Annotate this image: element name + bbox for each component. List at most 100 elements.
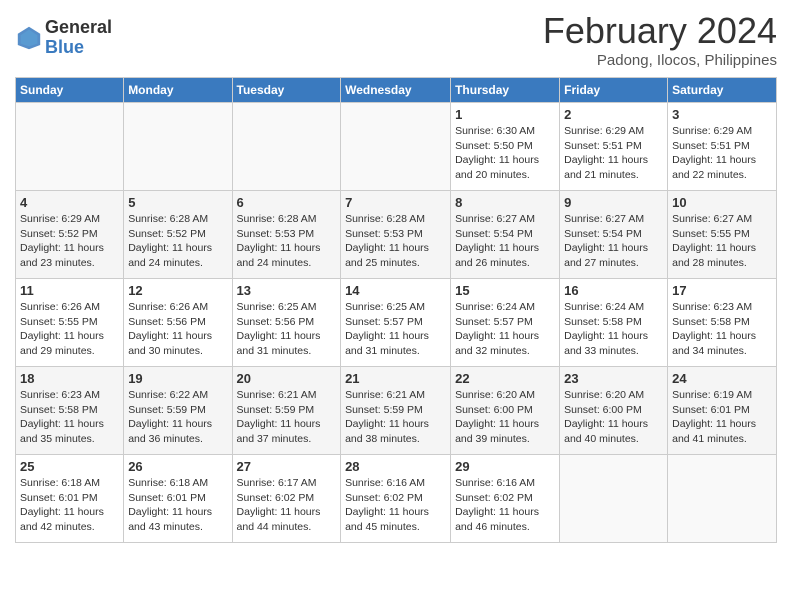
- calendar-cell: 2 Sunrise: 6:29 AM Sunset: 5:51 PM Daylig…: [560, 103, 668, 191]
- calendar-cell: 9Sunrise: 6:27 AM Sunset: 5:54 PM Daylig…: [560, 191, 668, 279]
- calendar-cell: 24 Sunrise: 6:19 AM Sunset: 6:01 PM Dayli…: [668, 367, 777, 455]
- day-number: 12: [128, 283, 227, 298]
- day-number: 27: [237, 459, 337, 474]
- calendar-week-row: 11 Sunrise: 6:26 AM Sunset: 5:55 PM Dayli…: [16, 279, 777, 367]
- day-number: 25: [20, 459, 119, 474]
- calendar-cell: 7 Sunrise: 6:28 AM Sunset: 5:53 PM Daylig…: [341, 191, 451, 279]
- calendar-cell: 26 Sunrise: 6:18 AM Sunset: 6:01 PM Dayli…: [124, 455, 232, 543]
- calendar-cell: 12 Sunrise: 6:26 AM Sunset: 5:56 PM Dayli…: [124, 279, 232, 367]
- day-info: Sunrise: 6:28 AM Sunset: 5:53 PM Dayligh…: [345, 212, 446, 271]
- calendar-cell: 23Sunrise: 6:20 AM Sunset: 6:00 PM Dayli…: [560, 367, 668, 455]
- calendar-cell: 28 Sunrise: 6:16 AM Sunset: 6:02 PM Dayli…: [341, 455, 451, 543]
- calendar-cell: 18 Sunrise: 6:23 AM Sunset: 5:58 PM Dayli…: [16, 367, 124, 455]
- day-info: Sunrise: 6:19 AM Sunset: 6:01 PM Dayligh…: [672, 388, 772, 447]
- day-number: 20: [237, 371, 337, 386]
- day-number: 13: [237, 283, 337, 298]
- day-number: 11: [20, 283, 119, 298]
- day-info: Sunrise: 6:25 AM Sunset: 5:57 PM Dayligh…: [345, 300, 446, 359]
- calendar-cell: 15Sunrise: 6:24 AM Sunset: 5:57 PM Dayli…: [451, 279, 560, 367]
- day-number: 7: [345, 195, 446, 210]
- day-info: Sunrise: 6:23 AM Sunset: 5:58 PM Dayligh…: [20, 388, 119, 447]
- day-info: Sunrise: 6:28 AM Sunset: 5:53 PM Dayligh…: [237, 212, 337, 271]
- month-title: February 2024: [543, 10, 777, 52]
- day-number: 21: [345, 371, 446, 386]
- day-number: 1: [455, 107, 555, 122]
- day-info: Sunrise: 6:27 AM Sunset: 5:54 PM Dayligh…: [455, 212, 555, 271]
- page-header: General Blue February 2024 Padong, Iloco…: [15, 10, 777, 69]
- calendar-cell: [341, 103, 451, 191]
- calendar-cell: 21 Sunrise: 6:21 AM Sunset: 5:59 PM Dayli…: [341, 367, 451, 455]
- day-info: Sunrise: 6:17 AM Sunset: 6:02 PM Dayligh…: [237, 476, 337, 535]
- day-info: Sunrise: 6:23 AM Sunset: 5:58 PM Dayligh…: [672, 300, 772, 359]
- day-number: 17: [672, 283, 772, 298]
- day-info: Sunrise: 6:21 AM Sunset: 5:59 PM Dayligh…: [345, 388, 446, 447]
- day-number: 9: [564, 195, 663, 210]
- calendar-cell: 11 Sunrise: 6:26 AM Sunset: 5:55 PM Dayli…: [16, 279, 124, 367]
- logo-text: General Blue: [45, 18, 112, 58]
- day-number: 29: [455, 459, 555, 474]
- day-number: 24: [672, 371, 772, 386]
- calendar-week-row: 18 Sunrise: 6:23 AM Sunset: 5:58 PM Dayli…: [16, 367, 777, 455]
- day-number: 3: [672, 107, 772, 122]
- day-number: 14: [345, 283, 446, 298]
- calendar-cell: 10 Sunrise: 6:27 AM Sunset: 5:55 PM Dayli…: [668, 191, 777, 279]
- day-info: Sunrise: 6:18 AM Sunset: 6:01 PM Dayligh…: [128, 476, 227, 535]
- calendar-cell: 25 Sunrise: 6:18 AM Sunset: 6:01 PM Dayli…: [16, 455, 124, 543]
- weekday-header-friday: Friday: [560, 78, 668, 103]
- weekday-header-saturday: Saturday: [668, 78, 777, 103]
- day-info: Sunrise: 6:29 AM Sunset: 5:52 PM Dayligh…: [20, 212, 119, 271]
- calendar-cell: [16, 103, 124, 191]
- calendar-cell: [560, 455, 668, 543]
- calendar-cell: 14 Sunrise: 6:25 AM Sunset: 5:57 PM Dayli…: [341, 279, 451, 367]
- calendar-body: 1 Sunrise: 6:30 AM Sunset: 5:50 PM Daylig…: [16, 103, 777, 543]
- calendar-cell: [232, 103, 341, 191]
- weekday-header-row: SundayMondayTuesdayWednesdayThursdayFrid…: [16, 78, 777, 103]
- day-info: Sunrise: 6:30 AM Sunset: 5:50 PM Dayligh…: [455, 124, 555, 183]
- day-info: Sunrise: 6:18 AM Sunset: 6:01 PM Dayligh…: [20, 476, 119, 535]
- calendar-cell: 3 Sunrise: 6:29 AM Sunset: 5:51 PM Daylig…: [668, 103, 777, 191]
- logo-general: General: [45, 18, 112, 38]
- day-number: 6: [237, 195, 337, 210]
- calendar-week-row: 1 Sunrise: 6:30 AM Sunset: 5:50 PM Daylig…: [16, 103, 777, 191]
- calendar-cell: [668, 455, 777, 543]
- day-number: 8: [455, 195, 555, 210]
- calendar-cell: 29Sunrise: 6:16 AM Sunset: 6:02 PM Dayli…: [451, 455, 560, 543]
- day-info: Sunrise: 6:22 AM Sunset: 5:59 PM Dayligh…: [128, 388, 227, 447]
- calendar-cell: 8 Sunrise: 6:27 AM Sunset: 5:54 PM Daylig…: [451, 191, 560, 279]
- logo-icon: [15, 24, 43, 52]
- logo: General Blue: [15, 18, 112, 58]
- day-number: 26: [128, 459, 227, 474]
- day-number: 22: [455, 371, 555, 386]
- day-number: 19: [128, 371, 227, 386]
- weekday-header-monday: Monday: [124, 78, 232, 103]
- day-number: 28: [345, 459, 446, 474]
- day-info: Sunrise: 6:29 AM Sunset: 5:51 PM Dayligh…: [672, 124, 772, 183]
- calendar-cell: 13Sunrise: 6:25 AM Sunset: 5:56 PM Dayli…: [232, 279, 341, 367]
- day-number: 18: [20, 371, 119, 386]
- logo-blue: Blue: [45, 38, 112, 58]
- calendar-cell: 20 Sunrise: 6:21 AM Sunset: 5:59 PM Dayli…: [232, 367, 341, 455]
- day-info: Sunrise: 6:26 AM Sunset: 5:55 PM Dayligh…: [20, 300, 119, 359]
- calendar-table: SundayMondayTuesdayWednesdayThursdayFrid…: [15, 77, 777, 543]
- day-info: Sunrise: 6:29 AM Sunset: 5:51 PM Dayligh…: [564, 124, 663, 183]
- calendar-week-row: 25 Sunrise: 6:18 AM Sunset: 6:01 PM Dayli…: [16, 455, 777, 543]
- calendar-cell: 22Sunrise: 6:20 AM Sunset: 6:00 PM Dayli…: [451, 367, 560, 455]
- calendar-week-row: 4Sunrise: 6:29 AM Sunset: 5:52 PM Daylig…: [16, 191, 777, 279]
- day-number: 2: [564, 107, 663, 122]
- calendar-cell: 27 Sunrise: 6:17 AM Sunset: 6:02 PM Dayli…: [232, 455, 341, 543]
- day-info: Sunrise: 6:20 AM Sunset: 6:00 PM Dayligh…: [564, 388, 663, 447]
- day-info: Sunrise: 6:16 AM Sunset: 6:02 PM Dayligh…: [345, 476, 446, 535]
- calendar-cell: 1 Sunrise: 6:30 AM Sunset: 5:50 PM Daylig…: [451, 103, 560, 191]
- day-info: Sunrise: 6:21 AM Sunset: 5:59 PM Dayligh…: [237, 388, 337, 447]
- day-info: Sunrise: 6:26 AM Sunset: 5:56 PM Dayligh…: [128, 300, 227, 359]
- calendar-cell: 17 Sunrise: 6:23 AM Sunset: 5:58 PM Dayli…: [668, 279, 777, 367]
- day-info: Sunrise: 6:27 AM Sunset: 5:55 PM Dayligh…: [672, 212, 772, 271]
- calendar-cell: 6 Sunrise: 6:28 AM Sunset: 5:53 PM Daylig…: [232, 191, 341, 279]
- day-number: 10: [672, 195, 772, 210]
- weekday-header-wednesday: Wednesday: [341, 78, 451, 103]
- calendar-cell: 16 Sunrise: 6:24 AM Sunset: 5:58 PM Dayli…: [560, 279, 668, 367]
- day-info: Sunrise: 6:24 AM Sunset: 5:57 PM Dayligh…: [455, 300, 555, 359]
- calendar-cell: [124, 103, 232, 191]
- day-number: 16: [564, 283, 663, 298]
- day-info: Sunrise: 6:24 AM Sunset: 5:58 PM Dayligh…: [564, 300, 663, 359]
